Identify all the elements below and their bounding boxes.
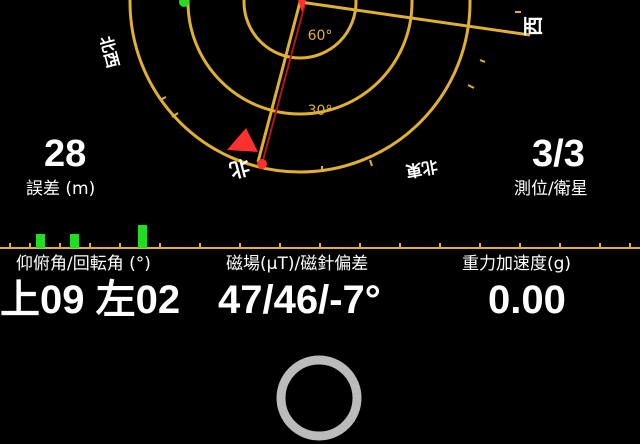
spoke-north xyxy=(256,1,302,163)
direction-west: 西 xyxy=(521,16,545,36)
direction-northeast: 北東 xyxy=(404,157,439,181)
tilt-value: 上09 左02 xyxy=(0,278,181,322)
needle-arrow-icon xyxy=(227,128,258,152)
signal-bar xyxy=(70,234,79,248)
satellite-count-value: 3/3 xyxy=(532,133,585,175)
magnetic-value: 47/46/-7° xyxy=(218,278,381,322)
spoke-west xyxy=(299,0,531,37)
signal-strength-strip xyxy=(0,225,640,249)
direction-northwest: 北西 xyxy=(96,34,123,70)
needle-center-icon xyxy=(257,159,267,169)
error-value: 28 xyxy=(44,133,87,175)
satellite-count-label: 測位/衛星 xyxy=(514,179,588,199)
gravity-value: 0.00 xyxy=(488,278,566,322)
loading-spinner-icon xyxy=(276,355,362,441)
needle-line xyxy=(261,3,306,165)
gravity-label: 重力加速度(g) xyxy=(462,254,572,274)
error-label: 誤差 (m) xyxy=(26,179,96,199)
gps-radar: 60° 30° 北西 西 北 北東 xyxy=(0,0,640,249)
magnetic-label: 磁場(μT)/磁針偏差 xyxy=(226,254,369,274)
signal-bar xyxy=(138,225,147,248)
elevation-label-60: 60° xyxy=(308,28,333,44)
signal-bar xyxy=(36,234,45,248)
elevation-label-30: 30° xyxy=(308,103,333,119)
tilt-label: 仰俯角/回転角 (°) xyxy=(16,254,151,274)
elevation-labels: 60° 30° xyxy=(308,28,333,119)
direction-north: 北 xyxy=(227,154,253,182)
